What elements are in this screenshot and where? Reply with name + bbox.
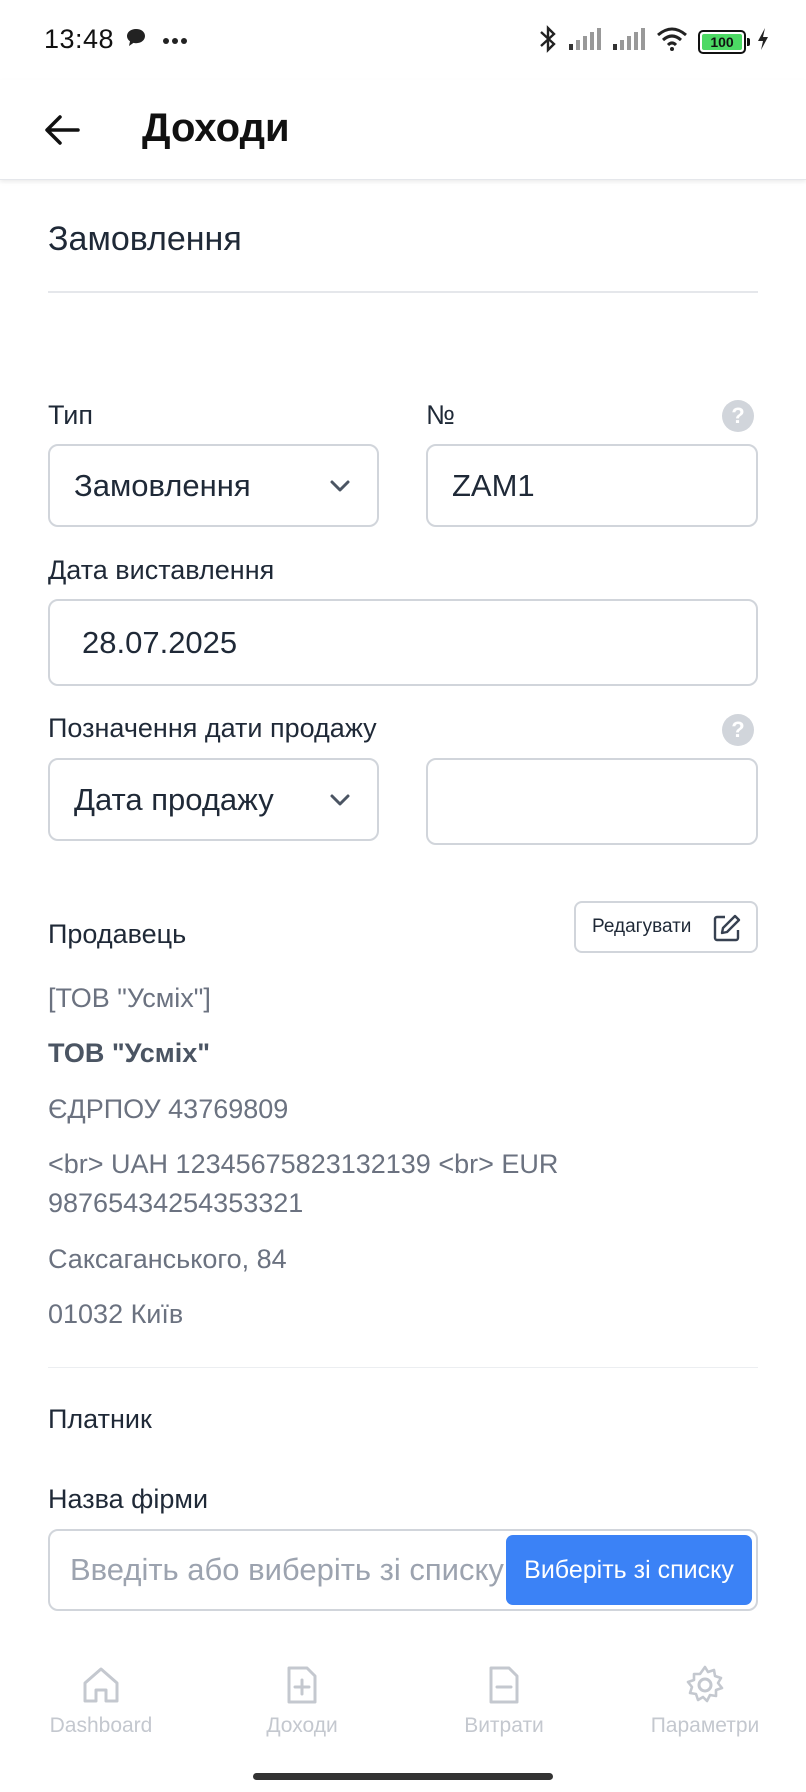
nav-expenses[interactable]: Витрати <box>424 1664 584 1738</box>
signal-icon <box>568 27 602 56</box>
seller-divider <box>48 1367 758 1368</box>
charging-icon <box>756 27 770 56</box>
help-icon[interactable]: ? <box>722 714 754 746</box>
status-time: 13:48 <box>44 24 115 54</box>
edit-icon <box>713 914 741 942</box>
status-bar: 13:48 100 <box>0 0 806 80</box>
help-icon[interactable]: ? <box>722 400 754 432</box>
edit-seller-button[interactable]: Редагувати <box>574 901 758 953</box>
seller-company-name: ТОВ "Усміх" <box>48 1038 211 1068</box>
sale-date-select[interactable]: Дата продажу <box>48 758 379 841</box>
nav-dashboard-label: Dashboard <box>49 1714 153 1737</box>
seller-city: 01032 Київ <box>48 1299 184 1329</box>
seller-title: Продавець <box>48 919 187 949</box>
chevron-down-icon <box>330 794 350 805</box>
sale-date-label: Позначення дати продажу <box>48 713 377 743</box>
seller-edrpou: ЄДРПОУ 43769809 <box>48 1094 289 1124</box>
section-title: Замовлення <box>48 220 242 258</box>
issue-date-input[interactable]: 28.07.2025 <box>48 599 758 686</box>
seller-street: Саксаганського, 84 <box>48 1244 287 1274</box>
chat-bubble-icon <box>124 26 148 55</box>
company-name-input[interactable] <box>70 1545 530 1595</box>
type-select[interactable]: Замовлення <box>48 444 379 527</box>
battery-icon: 100 <box>698 29 750 54</box>
company-name-label: Назва фірми <box>48 1484 209 1514</box>
seller-display-name: [ТОВ "Усміх"] <box>48 983 211 1013</box>
number-label: № <box>426 400 455 430</box>
signal-icon <box>612 27 646 56</box>
page-title: Доходи <box>142 106 290 150</box>
wifi-icon <box>656 27 688 56</box>
file-minus-icon <box>489 1666 519 1704</box>
gear-icon <box>686 1665 724 1703</box>
file-plus-icon <box>287 1666 317 1704</box>
bottom-nav: Dashboard Доходи Витрати Параметри <box>0 1650 806 1760</box>
bluetooth-icon <box>538 24 558 59</box>
type-select-value: Замовлення <box>74 467 251 503</box>
status-notifications <box>124 26 188 55</box>
chevron-down-icon <box>330 480 350 491</box>
nav-income-label: Доходи <box>266 1714 338 1737</box>
nav-settings[interactable]: Параметри <box>625 1664 785 1738</box>
company-name-field: Виберіть зі списку <box>48 1529 758 1611</box>
number-input-value: ZAM1 <box>452 467 535 503</box>
home-icon <box>83 1667 119 1703</box>
home-indicator[interactable] <box>253 1773 553 1780</box>
payer-title: Платник <box>48 1404 152 1434</box>
battery-level: 100 <box>702 33 742 50</box>
seller-bank-accounts: <br> UAH 12345675823132139 <br> EUR 9876… <box>48 1149 559 1218</box>
nav-income[interactable]: Доходи <box>222 1664 382 1738</box>
more-dots-icon <box>162 32 188 50</box>
nav-expenses-label: Витрати <box>464 1714 544 1737</box>
status-system-icons: 100 <box>538 24 770 59</box>
app-bar: Доходи <box>0 80 806 180</box>
section-divider <box>48 291 758 293</box>
sale-date-select-value: Дата продажу <box>74 781 274 817</box>
arrow-left-icon <box>45 115 80 145</box>
nav-settings-label: Параметри <box>650 1714 760 1737</box>
sale-date-input[interactable] <box>426 758 758 845</box>
nav-dashboard[interactable]: Dashboard <box>21 1664 181 1738</box>
back-button[interactable] <box>36 104 88 156</box>
number-input[interactable]: ZAM1 <box>426 444 758 527</box>
type-label: Тип <box>48 400 94 430</box>
issue-date-value: 28.07.2025 <box>82 624 238 660</box>
issue-date-label: Дата виставлення <box>48 555 275 585</box>
edit-button-label: Редагувати <box>592 916 692 937</box>
select-from-list-button[interactable]: Виберіть зі списку <box>506 1535 752 1605</box>
